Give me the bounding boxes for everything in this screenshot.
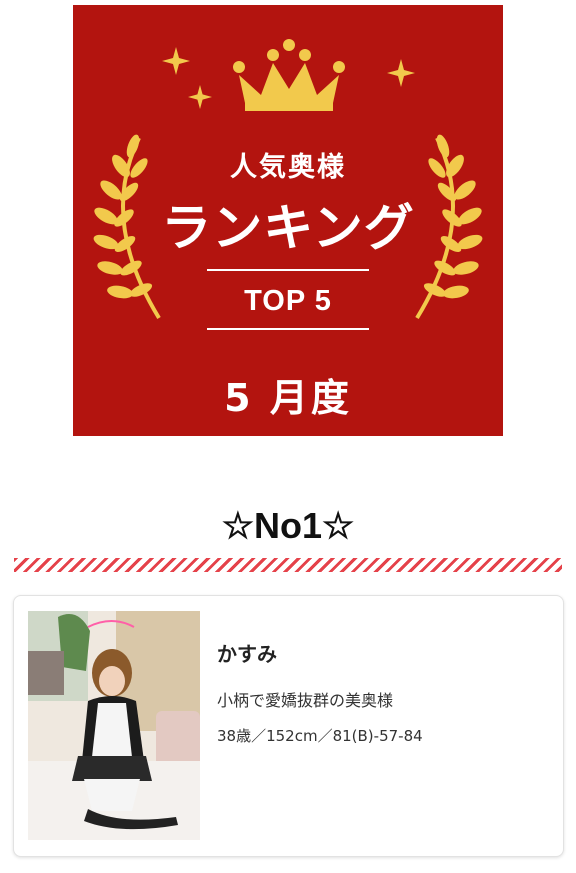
sparkle-icon — [188, 85, 212, 109]
profile-stats: 38歳／152cm／81(B)-57-84 — [217, 727, 423, 745]
banner-title: ランキング — [161, 199, 415, 257]
crown-icon — [233, 39, 345, 111]
profile-card[interactable]: かすみ 小柄で愛嬌抜群の美奥様 38歳／152cm／81(B)-57-84 — [13, 595, 564, 857]
sparkle-icon — [387, 59, 415, 87]
striped-divider — [14, 558, 562, 572]
profile-photo[interactable] — [28, 611, 200, 840]
sparkle-icon — [162, 47, 190, 75]
ranking-heading: ☆No1☆ — [221, 505, 355, 546]
ranking-banner: 人気奥様 ランキング TOP 5 5 月度 — [73, 5, 503, 436]
banner-subtitle: 人気奥様 — [230, 152, 346, 183]
divider — [207, 328, 369, 330]
profile-name[interactable]: かすみ — [217, 638, 277, 667]
profile-catchphrase: 小柄で愛嬌抜群の美奥様 — [217, 691, 394, 710]
banner-top-label: TOP 5 — [244, 285, 332, 317]
banner-month-label: 5 月度 — [224, 376, 352, 420]
divider — [207, 269, 369, 271]
